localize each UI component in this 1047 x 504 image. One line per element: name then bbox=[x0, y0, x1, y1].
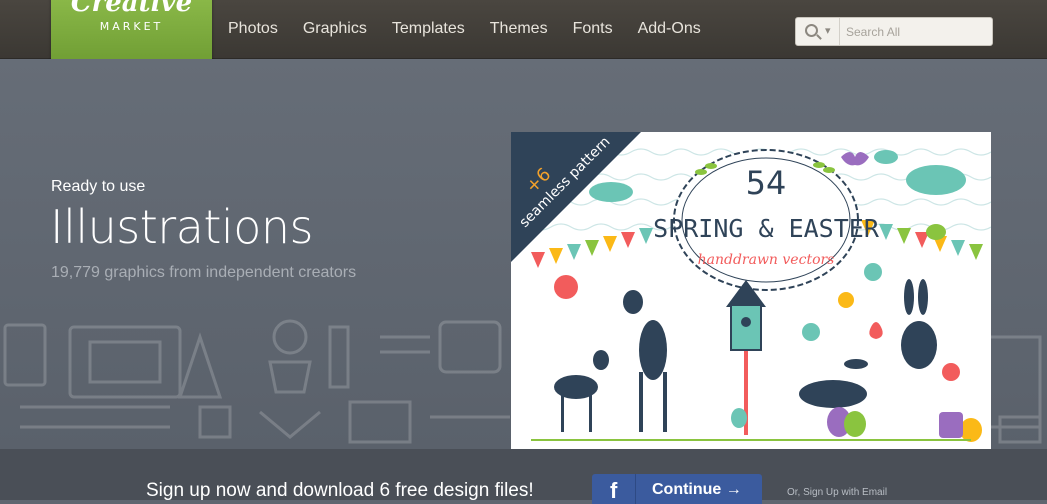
nav-item-themes[interactable]: Themes bbox=[490, 20, 548, 38]
email-signup-link[interactable]: Or, Sign Up with Email bbox=[787, 487, 887, 498]
nav-item-add-ons[interactable]: Add-Ons bbox=[638, 20, 701, 38]
search-icon bbox=[805, 24, 818, 37]
spring-easter-illustration: +6 seamless pattern 54 SPRING & EASTER h… bbox=[511, 132, 991, 442]
nav-item-graphics[interactable]: Graphics bbox=[303, 20, 367, 38]
nav-item-fonts[interactable]: Fonts bbox=[573, 20, 613, 38]
nav-item-photos[interactable]: Photos bbox=[228, 20, 278, 38]
feature-subtitle: handdrawn vectors bbox=[698, 252, 835, 268]
signup-message: Sign up now and download 6 free design f… bbox=[146, 480, 534, 501]
hero-subtext: 19,779 graphics from independent creator… bbox=[51, 264, 357, 281]
feature-title: SPRING & EASTER bbox=[653, 214, 880, 243]
featured-product-image[interactable]: +6 seamless pattern 54 SPRING & EASTER h… bbox=[511, 132, 991, 449]
logo-market-text: MARKET bbox=[99, 20, 164, 33]
nav-item-templates[interactable]: Templates bbox=[392, 20, 465, 38]
hero-section: Ready to use Illustrations 19,779 graphi… bbox=[0, 59, 1047, 449]
main-nav: Photos Graphics Templates Themes Fonts A… bbox=[228, 20, 726, 38]
hero-heading: Illustrations bbox=[50, 200, 313, 254]
logo-script-text: Creative bbox=[70, 0, 193, 18]
hero-eyebrow: Ready to use bbox=[51, 178, 146, 195]
search-scope-dropdown[interactable]: ▾ bbox=[796, 18, 840, 45]
top-navigation-bar: Creative MARKET Photos Graphics Template… bbox=[0, 0, 1047, 66]
search-input[interactable] bbox=[844, 20, 988, 44]
facebook-icon: f bbox=[610, 478, 618, 503]
signup-bar: Sign up now and download 6 free design f… bbox=[0, 449, 1047, 504]
creative-market-logo[interactable]: Creative MARKET bbox=[51, 0, 212, 66]
facebook-continue-label: Continue → bbox=[652, 481, 742, 498]
search-box: ▾ bbox=[795, 17, 993, 46]
chevron-down-icon: ▾ bbox=[825, 24, 831, 37]
feature-number: 54 bbox=[746, 164, 787, 202]
